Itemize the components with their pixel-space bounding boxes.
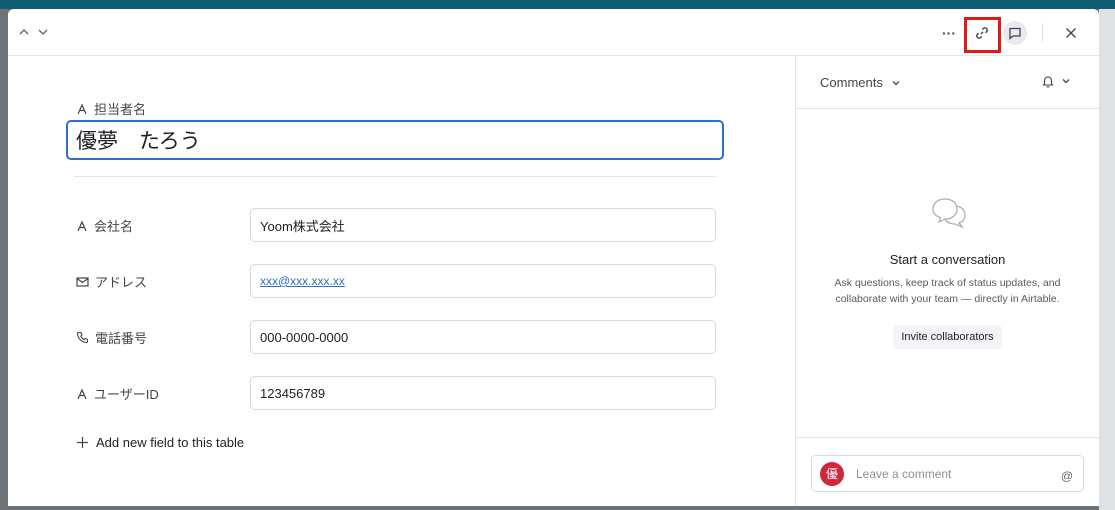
field-label-text: ユーザーID [94,387,159,402]
chevron-down-icon [38,29,48,35]
comment-input[interactable] [856,466,1046,481]
text-icon [77,388,87,399]
field-label-company: 会社名 [76,216,133,235]
field-label-user-id: ユーザーID [76,384,159,403]
phone-field-input[interactable]: 000-0000-0000 [250,320,716,354]
background-edge [1099,9,1115,510]
phone-field-value: 000-0000-0000 [260,329,349,345]
email-field-input[interactable]: xxx@xxx.xxx.xx [250,264,716,298]
comment-icon [1009,27,1021,40]
bell-icon [1042,76,1054,88]
field-label-text: アドレス [95,275,148,290]
comments-empty-state: Start a conversation Ask questions, keep… [796,196,1099,349]
next-record-button[interactable] [35,24,51,40]
phone-icon [76,331,89,344]
chevron-down-icon [892,80,900,85]
email-link[interactable]: xxx@xxx.xxx.xx [260,274,345,288]
user-id-field-input[interactable]: 123456789 [250,376,716,410]
primary-field-input[interactable]: 優夢 たろう [66,120,724,160]
plus-icon [77,437,88,448]
field-label-address: アドレス [76,272,147,291]
mention-button[interactable]: @ [1061,469,1073,483]
chevron-down-icon [1062,79,1070,84]
conversation-icon [931,198,966,229]
comments-header: Comments [796,56,1099,109]
record-expanded-modal: ··· 担当者名 優夢 たろう 会社名 Yoom株式会社 アドレス xxx@xx… [8,9,1099,506]
field-label-text: 電話番号 [95,331,148,346]
more-options-button[interactable]: ··· [937,21,961,45]
comment-composer: 優 @ [796,437,1099,506]
notification-settings-button[interactable] [1041,74,1071,88]
highlight-box [964,17,1001,53]
field-label-phone: 電話番号 [76,328,147,347]
company-field-value: Yoom株式会社 [260,218,345,234]
top-bar [0,0,1115,9]
previous-record-button[interactable] [16,24,32,40]
close-button[interactable] [1059,21,1083,45]
record-fields-panel: 担当者名 優夢 たろう 会社名 Yoom株式会社 アドレス xxx@xxx.xx… [8,56,795,506]
section-divider [74,176,716,177]
avatar: 優 [820,461,844,486]
empty-state-title: Start a conversation [889,252,1006,267]
chevron-up-icon [19,29,29,35]
modal-header: ··· [8,9,1099,56]
toggle-comments-button[interactable] [1003,21,1027,45]
comments-title: Comments [820,75,883,90]
text-icon [77,103,87,114]
user-id-field-value: 123456789 [260,385,326,401]
invite-collaborators-button[interactable]: Invite collaborators [893,325,1002,349]
add-field-button[interactable]: Add new field to this table [76,435,244,450]
primary-field-label-text: 担当者名 [94,102,147,117]
empty-state-text: Ask questions, keep track of status upda… [834,277,1061,305]
close-icon [1066,28,1076,38]
company-field-input[interactable]: Yoom株式会社 [250,208,716,242]
field-label-text: 会社名 [94,219,134,234]
primary-field-label: 担当者名 [76,99,146,118]
add-field-label: Add new field to this table [96,435,245,450]
comments-filter-dropdown[interactable]: Comments [820,75,901,90]
comment-box[interactable]: 優 @ [811,455,1084,492]
comments-panel: Comments Start a conversation Ask questi… [795,56,1099,506]
text-icon [77,220,87,231]
header-separator [1042,23,1043,42]
email-icon [76,276,89,287]
